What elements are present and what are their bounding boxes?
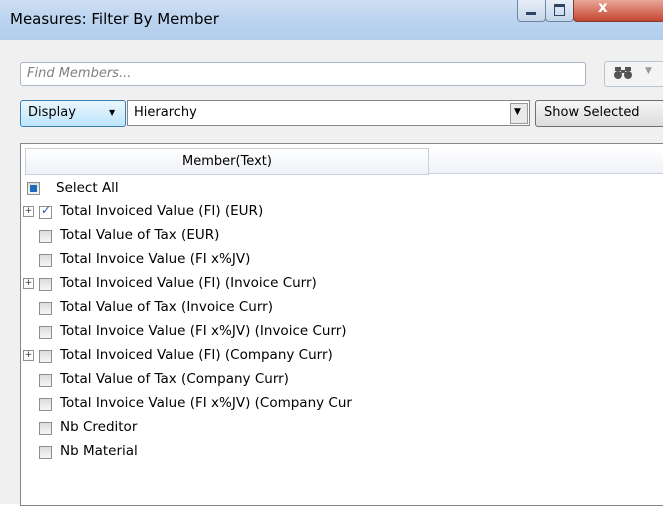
member-checkbox[interactable] — [39, 203, 52, 219]
list-item[interactable]: Total Invoice Value (FI x%JV) (Invoice C… — [21, 322, 441, 342]
list-item[interactable]: Total Value of Tax (Invoice Curr) — [21, 298, 441, 318]
member-label: Total Value of Tax (Invoice Curr) — [60, 299, 273, 315]
select-all-row[interactable]: Select All — [21, 179, 441, 199]
title-bar: Measures: Filter By Member x — [0, 0, 663, 40]
expand-plus-icon[interactable]: + — [23, 206, 34, 217]
list-item[interactable]: Total Invoice Value (FI x%JV) — [21, 250, 441, 270]
member-checkbox[interactable] — [39, 230, 52, 243]
member-checkbox[interactable] — [39, 302, 52, 315]
member-checkbox[interactable] — [39, 350, 52, 363]
member-label: Total Invoiced Value (FI) (Company Curr) — [60, 347, 333, 363]
list-item[interactable]: Total Invoice Value (FI x%JV) (Company C… — [21, 394, 441, 414]
member-checkbox[interactable] — [39, 326, 52, 339]
expand-plus-icon[interactable]: + — [23, 350, 34, 361]
member-label: Nb Material — [60, 443, 138, 459]
member-list: Member(Text) Select All + Total Invoiced … — [20, 143, 663, 506]
list-item[interactable]: + Total Invoiced Value (FI) (Invoice Curr… — [21, 274, 441, 294]
binoculars-icon — [613, 65, 633, 85]
window-title: Measures: Filter By Member — [10, 10, 219, 28]
member-label: Total Value of Tax (EUR) — [60, 227, 220, 243]
display-dropdown-button[interactable]: Display ▼ — [20, 100, 126, 127]
list-item[interactable]: Nb Creditor — [21, 418, 441, 438]
select-all-checkbox[interactable] — [27, 182, 40, 195]
member-checkbox[interactable] — [39, 254, 52, 267]
expand-plus-icon[interactable]: + — [23, 278, 34, 289]
minimize-icon — [526, 12, 536, 15]
chevron-down-icon: ▼ — [645, 66, 652, 76]
hierarchy-dropdown-arrow[interactable]: ▼ — [510, 103, 528, 124]
column-header-filler — [429, 148, 663, 174]
member-label: Total Invoiced Value (FI) (EUR) — [60, 203, 264, 219]
show-selected-button[interactable]: Show Selected — [535, 100, 663, 127]
hierarchy-select[interactable]: Hierarchy ▼ — [127, 100, 530, 126]
member-label: Total Invoiced Value (FI) (Invoice Curr) — [60, 275, 317, 291]
close-button[interactable]: x — [573, 0, 663, 22]
chevron-down-icon: ▼ — [514, 107, 521, 117]
list-item[interactable]: + Total Invoiced Value (FI) (EUR) — [21, 202, 441, 222]
close-icon: x — [598, 0, 608, 16]
search-input[interactable]: Find Members... — [20, 62, 586, 86]
list-item[interactable]: Nb Material — [21, 442, 441, 462]
column-header-member-text[interactable]: Member(Text) — [25, 148, 429, 175]
member-checkbox[interactable] — [39, 446, 52, 459]
show-selected-label: Show Selected — [544, 105, 640, 120]
search-placeholder: Find Members... — [27, 66, 132, 81]
member-label: Total Invoice Value (FI x%JV) — [60, 251, 251, 267]
maximize-icon — [554, 4, 565, 16]
chevron-down-icon: ▼ — [109, 108, 116, 117]
member-label: Total Value of Tax (Company Curr) — [60, 371, 289, 387]
member-checkbox[interactable] — [39, 278, 52, 291]
member-checkbox[interactable] — [39, 398, 52, 411]
list-item[interactable]: + Total Invoiced Value (FI) (Company Curr… — [21, 346, 441, 366]
display-label: Display — [28, 105, 76, 120]
member-label: Total Invoice Value (FI x%JV) (Invoice C… — [60, 323, 347, 339]
list-item[interactable]: Total Value of Tax (EUR) — [21, 226, 441, 246]
member-checkbox[interactable] — [39, 374, 52, 387]
member-label: Nb Creditor — [60, 419, 138, 435]
hierarchy-value: Hierarchy — [134, 105, 197, 120]
window-controls: x — [517, 0, 663, 22]
find-button[interactable]: ▼ — [604, 61, 663, 87]
member-checkbox[interactable] — [39, 422, 52, 435]
member-label: Total Invoice Value (FI x%JV) (Company C… — [60, 395, 352, 411]
maximize-button[interactable] — [545, 0, 574, 22]
minimize-button[interactable] — [517, 0, 546, 22]
list-item[interactable]: Total Value of Tax (Company Curr) — [21, 370, 441, 390]
select-all-label: Select All — [56, 180, 119, 196]
